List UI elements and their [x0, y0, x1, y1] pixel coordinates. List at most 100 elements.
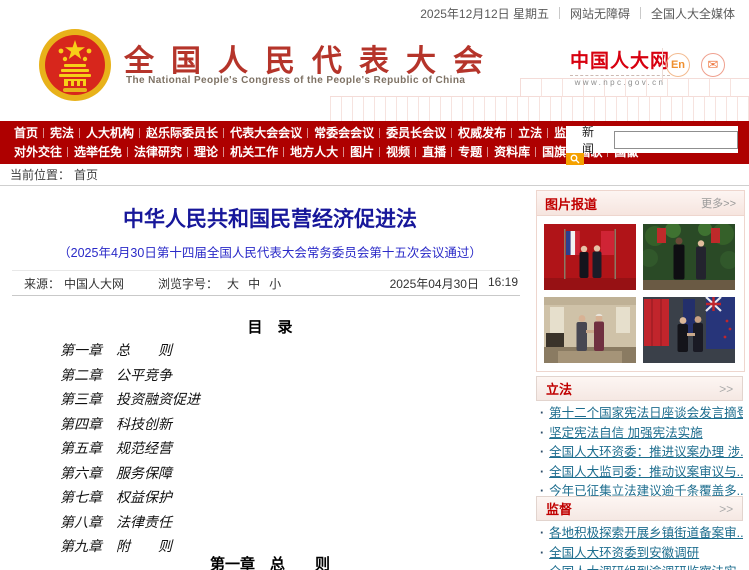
list-item: 各地积极探索开展乡镇街道备案审...: [540, 524, 743, 544]
supervision-link-3[interactable]: 全国人大调研组到渝调研监察法实...: [549, 565, 743, 570]
fontsize-small-button[interactable]: 小: [269, 275, 281, 292]
photo-2-image: [643, 224, 735, 290]
nav-item-video[interactable]: 视频: [380, 144, 417, 160]
photo-report-box: 图片报道 更多>>: [536, 190, 745, 372]
building-watermark: [330, 96, 749, 122]
site-logo-url: www.npc.gov.cn: [570, 75, 671, 87]
supervision-link-2[interactable]: 全国人大环资委到安徽调研: [549, 546, 699, 560]
breadcrumb: 当前位置： 首页: [0, 164, 749, 186]
supervision-more-link[interactable]: >>: [719, 502, 733, 516]
topbar-separator: [639, 7, 641, 19]
law-title: 中华人民共和国民营经济促进法: [123, 206, 417, 231]
legislation-list: 第十二个国家宪法日座谈会发言摘登 坚定宪法自信 加强宪法实施 全国人大环资委：推…: [540, 404, 743, 502]
site-logo[interactable]: 中国人大网 www.npc.gov.cn: [570, 46, 671, 87]
list-item: 第十二个国家宪法日座谈会发言摘登: [540, 404, 743, 424]
list-item: 坚定宪法自信 加强宪法实施: [540, 424, 743, 444]
list-item: 全国人大监司委：推动议案审议与...: [540, 463, 743, 483]
nav-item-npc-organs[interactable]: 人大机构: [80, 125, 141, 141]
nav-item-standing-committee[interactable]: 常委会会议: [308, 125, 381, 141]
toc-chapter-2: 第二章 公平竞争: [60, 367, 172, 384]
legislation-title: 立法: [546, 382, 573, 397]
fontsize-medium-button[interactable]: 中: [248, 275, 260, 292]
publish-date: 2025年04月30日: [389, 276, 479, 291]
nav-item-legal-research[interactable]: 法律研究: [128, 144, 189, 160]
sidebar: 图片报道 更多>> 立法 >> · 第十二个国家宪法日座谈会发言摘登 · 坚定宪…: [536, 190, 745, 570]
legislation-link-3[interactable]: 全国人大环资委：推进议案办理 涉...: [549, 445, 743, 459]
fontsize-label: 浏览字号：: [158, 276, 219, 291]
legislation-more-link[interactable]: >>: [719, 382, 733, 396]
english-version-button[interactable]: En: [666, 53, 690, 77]
header-divider: [662, 48, 663, 82]
nav-item-database[interactable]: 资料库: [488, 144, 537, 160]
breadcrumb-home-link[interactable]: 首页: [74, 166, 98, 183]
legislation-link-2[interactable]: 坚定宪法自信 加强宪法实施: [549, 426, 702, 440]
article-meta: 来源： 中国人大网 浏览字号： 大 中 小 2025年04月30日 16:19: [12, 270, 520, 296]
topbar-separator: [558, 7, 560, 19]
search-category-select[interactable]: 新闻: [582, 123, 605, 157]
supervision-list: 各地积极探索开展乡镇街道备案审... 全国人大环资委到安徽调研 全国人大调研组到…: [540, 524, 743, 570]
nav-item-chairmen-meetings[interactable]: 委员长会议: [380, 125, 453, 141]
page: 2025年12月12日 星期五 网站无障碍 全国人大全媒体 全国人民代表大会 T…: [0, 0, 749, 570]
nav-item-local-congresses[interactable]: 地方人大: [284, 144, 345, 160]
photo-thumbnail-1[interactable]: [544, 224, 636, 290]
supervision-section-header: 监督 >>: [536, 496, 743, 521]
legislation-link-1[interactable]: 第十二个国家宪法日座谈会发言摘登: [549, 406, 743, 420]
search-panel: 新闻: [566, 125, 738, 156]
breadcrumb-label: 当前位置：: [10, 168, 71, 182]
nav-item-chairman[interactable]: 赵乐际委员长: [140, 125, 225, 141]
site-logo-text: 中国人大网: [570, 50, 671, 72]
toc-list: 第一章 总 则 第二章 公平竞争 第三章 投资融资促进 第四章 科技创新 第五章…: [60, 339, 200, 560]
nav-item-pictures[interactable]: 图片: [344, 144, 381, 160]
photo-thumbnail-2[interactable]: [643, 224, 735, 290]
toc-title: 目 录: [247, 319, 293, 336]
supervision-link-1[interactable]: 各地积极探索开展乡镇街道备案审...: [549, 526, 743, 540]
toc-chapter-5: 第五章 规范经营: [60, 441, 172, 457]
topbar-link-media[interactable]: 全国人大全媒体: [651, 5, 735, 22]
topbar: 2025年12月12日 星期五 网站无障碍 全国人大全媒体: [0, 0, 749, 26]
legislation-link-4[interactable]: 全国人大监司委：推动议案审议与...: [549, 465, 743, 479]
topbar-link-accessibility[interactable]: 网站无障碍: [570, 5, 630, 22]
nav-item-live[interactable]: 直播: [416, 144, 453, 160]
toc-chapter-8: 第八章 法律责任: [60, 514, 172, 531]
photo-thumbnail-4[interactable]: [643, 297, 735, 363]
list-item: 全国人大调研组到渝调研监察法实...: [540, 563, 743, 570]
site-subtitle-en: The National People's Congress of the Pe…: [126, 75, 466, 86]
photo-thumbnail-3[interactable]: [544, 297, 636, 363]
nav-item-elections[interactable]: 选举任免: [68, 144, 129, 160]
mail-button[interactable]: ✉: [701, 53, 725, 77]
photo-3-image: [544, 297, 636, 363]
masthead: 全国人民代表大会 The National People's Congress …: [0, 26, 749, 122]
law-subtitle: （2025年4月30日第十四届全国人民代表大会常务委员会第十五次会议通过）: [58, 246, 482, 260]
nav-row-2: 对外交往 选举任免 法律研究 理论 机关工作 地方人大 图片 视频 直播 专题 …: [8, 144, 644, 160]
publish-datetime: 2025年04月30日 16:19: [390, 275, 518, 292]
nav-item-legislation[interactable]: 立法: [512, 125, 549, 141]
nav-item-official-release[interactable]: 权威发布: [452, 125, 513, 141]
list-item: 全国人大环资委到安徽调研: [540, 544, 743, 564]
nav-item-home[interactable]: 首页: [8, 125, 45, 141]
photo-report-header: 图片报道 更多>>: [537, 191, 744, 216]
toc-chapter-7: 第七章 权益保护: [60, 490, 172, 506]
publish-time: 16:19: [487, 274, 518, 289]
nav-item-specials[interactable]: 专题: [452, 144, 489, 160]
main-nav: 首页 宪法 人大机构 赵乐际委员长 代表大会会议 常委会会议 委员长会议 权威发…: [0, 121, 749, 165]
magnifier-icon: [570, 154, 580, 164]
toc-chapter-3: 第三章 投资融资促进: [60, 392, 200, 408]
nav-item-foreign-affairs[interactable]: 对外交往: [8, 144, 69, 160]
source-value: 中国人大网: [64, 276, 125, 291]
list-item: 全国人大环资委：推进议案办理 涉...: [540, 443, 743, 463]
photo-report-more-link[interactable]: 更多>>: [701, 195, 736, 211]
supervision-title: 监督: [546, 502, 573, 517]
fontsize-large-button[interactable]: 大: [227, 275, 239, 292]
mail-icon: ✉: [707, 57, 719, 72]
toc-chapter-4: 第四章 科技创新: [60, 416, 172, 433]
nav-item-constitution[interactable]: 宪法: [44, 125, 81, 141]
nav-row-1: 首页 宪法 人大机构 赵乐际委员长 代表大会会议 常委会会议 委员长会议 权威发…: [8, 125, 620, 141]
source-label: 来源：: [24, 276, 61, 291]
search-input[interactable]: [614, 130, 738, 149]
nav-item-congress-sessions[interactable]: 代表大会会议: [224, 125, 309, 141]
nav-item-theory[interactable]: 理论: [188, 144, 225, 160]
nav-item-office-work[interactable]: 机关工作: [224, 144, 285, 160]
photo-report-title: 图片报道: [545, 196, 598, 212]
article: 中华人民共和国民营经济促进法 （2025年4月30日第十四届全国人民代表大会常务…: [0, 187, 540, 570]
national-emblem-icon: [39, 29, 111, 101]
